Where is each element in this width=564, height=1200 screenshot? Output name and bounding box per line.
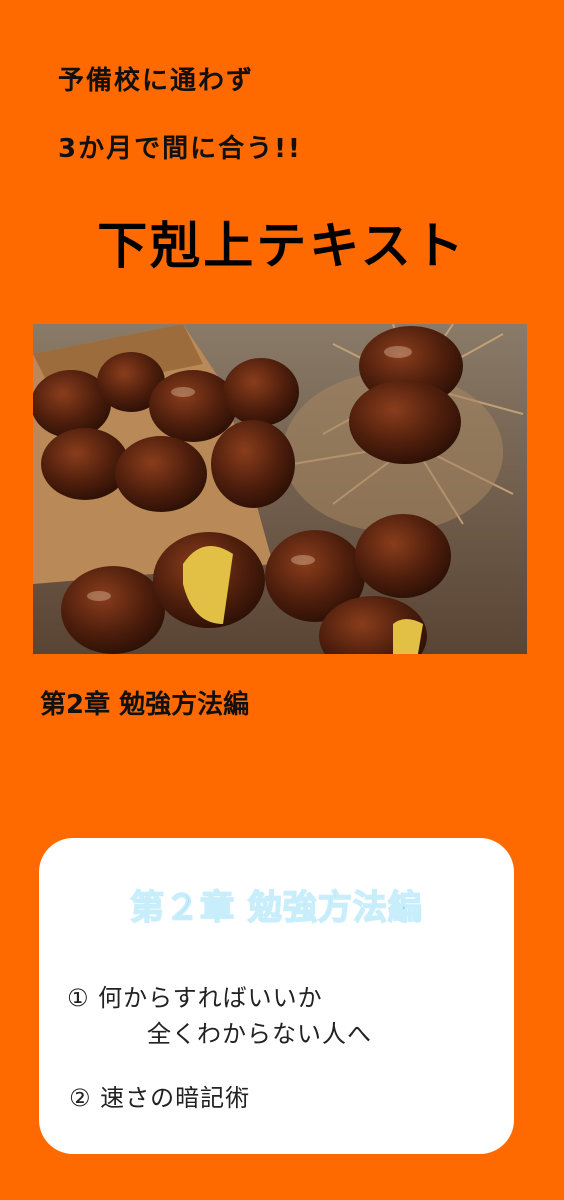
toc-item-2: ② 速さの暗記術 [69, 1084, 251, 1112]
tagline-line-1: 予備校に通わず [58, 66, 255, 96]
card-title: 第２章 勉強方法編 [129, 887, 423, 929]
main-title: 下剋上テキスト [97, 217, 467, 275]
table-of-contents-card: 第２章 勉強方法編 ① 何からすればいいか 全くわからない人へ ② 速さの暗記術 [39, 838, 514, 1154]
toc-item-1-continuation: 全くわからない人へ [147, 1020, 372, 1048]
chapter-label: 第2章 勉強方法編 [40, 690, 250, 720]
toc-item-1: ① 何からすればいいか [67, 984, 323, 1012]
chestnuts-photo [33, 324, 527, 654]
tagline-line-2: 3か月で間に合う!! [58, 134, 302, 164]
